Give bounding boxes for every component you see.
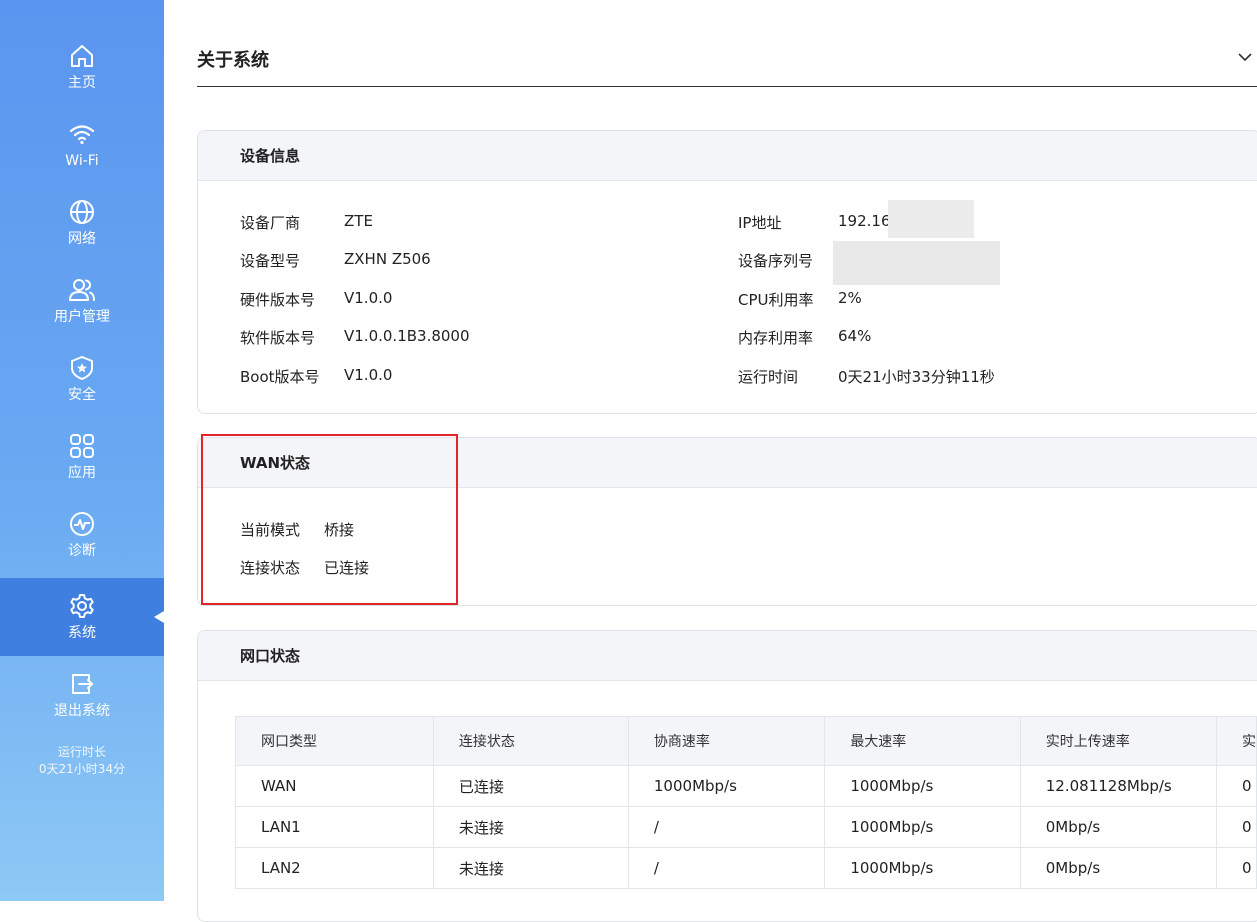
table-cell: 1000Mbp/s xyxy=(824,806,1021,848)
users-icon xyxy=(68,279,95,301)
sidebar-item-wifi[interactable]: Wi-Fi xyxy=(0,106,164,184)
device-info-title: 设备信息 xyxy=(198,131,1257,181)
table-cell: 未连接 xyxy=(432,847,629,889)
info-key: Boot版本号 xyxy=(240,368,320,386)
port-status-title: 网口状态 xyxy=(198,631,1257,681)
table-cell: 1000Mbp/s xyxy=(824,847,1021,889)
wan-highlight-box xyxy=(201,434,458,605)
info-key: 内存利用率 xyxy=(738,329,814,347)
uptime-label: 运行时长 xyxy=(57,745,106,759)
table-row: LAN1 未连接 / 1000Mbp/s 0Mbp/s 0 xyxy=(235,806,1257,848)
sidebar: 主页 Wi-Fi 网络 用户管理 安全 应用 诊断 系统 退出系统 运行时长 0… xyxy=(0,0,164,901)
page-title: 关于系统 xyxy=(197,50,269,71)
table-cell: LAN2 xyxy=(235,847,434,889)
info-key: 设备型号 xyxy=(240,252,301,270)
home-icon xyxy=(71,45,93,67)
info-row-runtime: 运行时间 0天21小时33分钟11秒 xyxy=(738,366,995,387)
info-row-model: 设备型号 ZXHN Z506 xyxy=(240,250,431,271)
info-row-cpu: CPU利用率 2% xyxy=(738,289,862,310)
logout-icon xyxy=(72,674,93,694)
sidebar-item-security[interactable]: 安全 xyxy=(0,340,164,418)
sidebar-item-apps[interactable]: 应用 xyxy=(0,418,164,496)
sidebar-item-label: Wi-Fi xyxy=(65,153,99,169)
info-value: V1.0.0.1B3.8000 xyxy=(344,327,470,345)
info-value: V1.0.0 xyxy=(344,289,393,307)
info-key: 软件版本号 xyxy=(240,329,316,347)
table-cell: 未连接 xyxy=(432,806,629,848)
info-row-serial: 设备序列号 xyxy=(738,250,813,271)
sidebar-item-label: 系统 xyxy=(68,625,96,641)
table-header-row: 网口类型 连接状态 协商速率 最大速率 实时上传速率 实 xyxy=(235,716,1257,766)
sidebar-item-label: 用户管理 xyxy=(54,309,110,325)
port-status-table: 网口类型 连接状态 协商速率 最大速率 实时上传速率 实 WAN 已连接 100… xyxy=(235,716,1257,889)
table-cell: 0 xyxy=(1215,806,1257,848)
table-cell: 0Mbp/s xyxy=(1019,806,1217,848)
column-header: 实 xyxy=(1215,716,1257,766)
device-info-card: 设备信息 设备厂商 ZTE 设备型号 ZXHN Z506 硬件版本号 V1.0.0 软… xyxy=(197,130,1257,414)
column-header: 协商速率 xyxy=(627,716,826,766)
table-cell: LAN1 xyxy=(235,806,434,848)
active-indicator xyxy=(154,611,164,623)
info-value: 64% xyxy=(838,327,872,345)
table-cell: 0 xyxy=(1215,847,1257,889)
redacted-serial xyxy=(833,241,1000,285)
info-value: ZXHN Z506 xyxy=(344,250,431,268)
table-cell: 0 xyxy=(1215,765,1257,807)
info-key: IP地址 xyxy=(738,214,782,232)
table-cell: WAN xyxy=(235,765,434,807)
info-value: 2% xyxy=(838,289,862,307)
title-divider xyxy=(197,86,1257,87)
sidebar-item-label: 退出系统 xyxy=(54,703,110,719)
info-key: 设备厂商 xyxy=(240,214,301,232)
sidebar-item-label: 应用 xyxy=(68,465,96,481)
sidebar-item-label: 诊断 xyxy=(68,543,96,559)
sidebar-item-system[interactable]: 系统 xyxy=(0,578,164,656)
globe-icon xyxy=(70,200,94,224)
info-row-sw-version: 软件版本号 V1.0.0.1B3.8000 xyxy=(240,327,470,348)
table-row: LAN2 未连接 / 1000Mbp/s 0Mbp/s 0 xyxy=(235,847,1257,889)
diagnose-icon xyxy=(70,512,94,536)
table-cell: / xyxy=(627,847,826,889)
sidebar-item-home[interactable]: 主页 xyxy=(0,28,164,106)
info-value: 0天21小时33分钟11秒 xyxy=(838,368,995,386)
column-header: 实时上传速率 xyxy=(1019,716,1217,766)
sidebar-item-logout[interactable]: 退出系统 xyxy=(0,656,164,734)
sidebar-item-network[interactable]: 网络 xyxy=(0,184,164,262)
table-cell: 1000Mbp/s xyxy=(627,765,826,807)
sidebar-item-diagnose[interactable]: 诊断 xyxy=(0,496,164,574)
apps-icon xyxy=(70,434,94,458)
table-cell: 已连接 xyxy=(432,765,629,807)
info-key: 设备序列号 xyxy=(738,252,814,270)
table-cell: 0Mbp/s xyxy=(1019,847,1217,889)
info-key: 运行时间 xyxy=(738,368,799,386)
table-cell: / xyxy=(627,806,826,848)
info-key: 硬件版本号 xyxy=(240,291,316,309)
table-cell: 12.081128Mbp/s xyxy=(1019,765,1217,807)
info-row-hw-version: 硬件版本号 V1.0.0 xyxy=(240,289,392,310)
info-value: V1.0.0 xyxy=(344,366,393,384)
uptime-value: 0天21小时34分 xyxy=(38,762,126,776)
column-header: 连接状态 xyxy=(432,716,629,766)
sidebar-item-users[interactable]: 用户管理 xyxy=(0,262,164,340)
column-header: 网口类型 xyxy=(235,716,434,766)
sidebar-item-label: 安全 xyxy=(68,387,96,403)
sidebar-item-label: 网络 xyxy=(68,231,96,247)
table-row: WAN 已连接 1000Mbp/s 1000Mbp/s 12.081128Mbp… xyxy=(235,765,1257,807)
sidebar-item-label: 主页 xyxy=(68,75,96,91)
info-key: CPU利用率 xyxy=(738,291,814,309)
wifi-icon xyxy=(69,125,95,145)
column-header: 最大速率 xyxy=(824,716,1021,766)
info-row-ip: IP地址 192.168 xyxy=(738,212,900,233)
info-row-memory: 内存利用率 64% xyxy=(738,327,871,348)
sidebar-uptime: 运行时长 0天21小时34分 xyxy=(0,744,164,778)
chevron-down-icon[interactable] xyxy=(1236,48,1254,66)
info-row-boot-version: Boot版本号 V1.0.0 xyxy=(240,366,392,387)
gear-icon xyxy=(70,594,94,618)
info-value: ZTE xyxy=(344,212,373,230)
table-cell: 1000Mbp/s xyxy=(824,765,1021,807)
shield-icon xyxy=(71,356,93,380)
info-row-vendor: 设备厂商 ZTE xyxy=(240,212,373,233)
redacted-ip xyxy=(888,200,974,238)
